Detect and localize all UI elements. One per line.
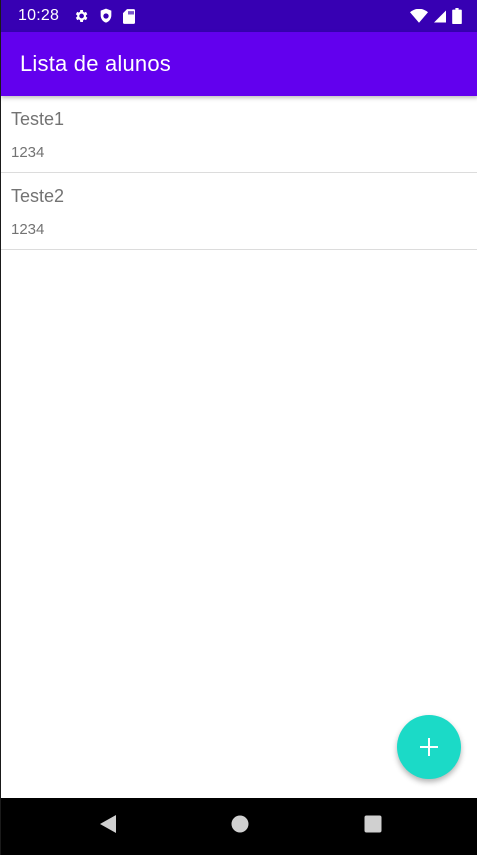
student-number: 1234 (11, 221, 45, 238)
sd-card-icon (123, 8, 136, 24)
student-list: Teste1 1234 Teste2 1234 (1, 96, 477, 250)
wifi-icon (410, 9, 428, 23)
student-name: Teste2 (11, 186, 65, 206)
student-number: 1234 (11, 144, 45, 161)
battery-icon (452, 8, 462, 24)
recents-button[interactable] (343, 798, 403, 855)
home-button[interactable] (210, 798, 270, 855)
shield-icon (99, 8, 113, 24)
settings-icon (73, 8, 89, 24)
app-bar: Lista de alunos (1, 32, 477, 96)
home-icon (231, 815, 249, 838)
status-time: 10:28 (18, 7, 60, 24)
status-icons-left (73, 8, 136, 24)
recents-icon (364, 815, 382, 838)
back-icon (100, 815, 116, 838)
signal-icon (434, 10, 446, 23)
student-name: Teste1 (11, 109, 65, 129)
app-title: Lista de alunos (20, 51, 171, 76)
list-item[interactable]: Teste2 1234 (1, 173, 477, 250)
status-icons-right (410, 8, 462, 24)
list-item[interactable]: Teste1 1234 (1, 96, 477, 173)
back-button[interactable] (78, 798, 138, 855)
add-student-button[interactable] (397, 715, 461, 779)
navigation-bar (1, 798, 477, 855)
app-screen: 10:28 Lista de alunos Teste1 1234 Teste2… (0, 0, 477, 855)
plus-icon (419, 737, 439, 757)
status-bar: 10:28 (1, 0, 477, 32)
